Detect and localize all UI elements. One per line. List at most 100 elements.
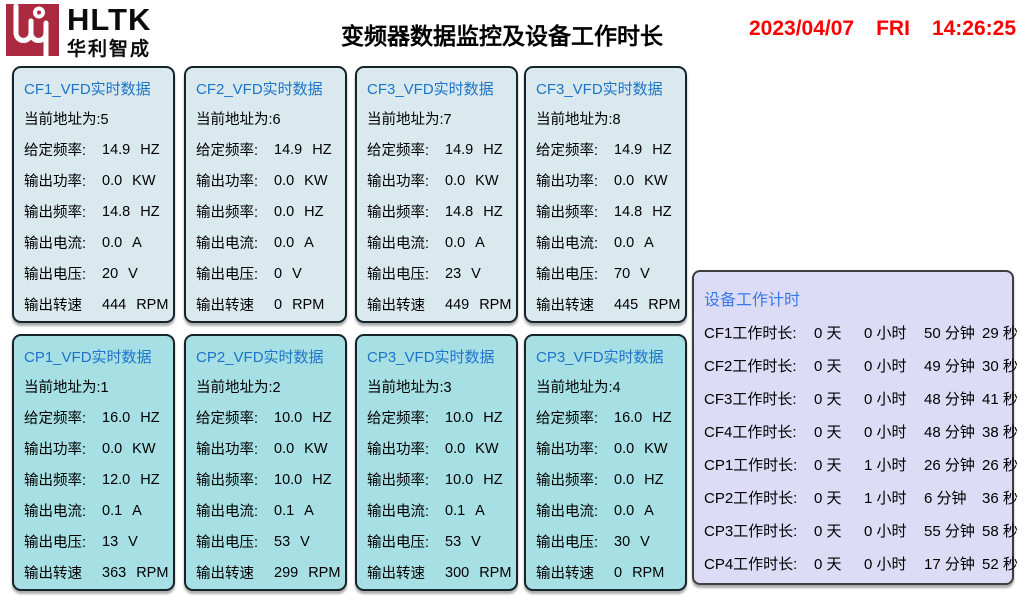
timer-seconds: 38 秒 — [982, 421, 1018, 442]
timer-minutes: 50 分钟 — [924, 322, 982, 343]
row-label: 输出功率: — [24, 170, 102, 191]
row-value: 0.0 — [102, 441, 122, 457]
row-unit: RPM — [648, 297, 680, 313]
row-unit: V — [128, 266, 138, 282]
row-label: 给定频率: — [367, 407, 445, 428]
panel-row: 输出频率:0.0HZ — [536, 464, 681, 495]
row-value: 70 — [614, 266, 630, 282]
row-unit: V — [292, 266, 302, 282]
row-unit: RPM — [479, 297, 511, 313]
row-unit: A — [475, 235, 485, 251]
row-unit: A — [644, 235, 654, 251]
vfd-panel-cf4: CF3_VFD实时数据 当前地址为:8 给定频率:14.9HZ 输出功率:0.0… — [524, 66, 687, 323]
timer-days: 0 天 — [814, 388, 864, 409]
timer-label: CP1工作时长: — [704, 454, 814, 475]
row-value: 0 — [274, 266, 282, 282]
row-value: 0.0 — [445, 441, 465, 457]
row-unit: HZ — [312, 410, 331, 426]
panel-address: 当前地址为:6 — [196, 103, 341, 134]
vfd-panel-cp3: CP3_VFD实时数据 当前地址为:3 给定频率:10.0HZ 输出功率:0.0… — [355, 334, 518, 591]
vfd-panel-cp2: CP2_VFD实时数据 当前地址为:2 给定频率:10.0HZ 输出功率:0.0… — [184, 334, 347, 591]
panel-row: 输出功率:0.0KW — [367, 433, 512, 464]
row-value: 299 — [274, 565, 298, 581]
panel-title: CF3_VFD实时数据 — [536, 73, 681, 103]
panel-title: CF3_VFD实时数据 — [367, 73, 512, 103]
vfd-panel-cp4: CP3_VFD实时数据 当前地址为:4 给定频率:16.0HZ 输出功率:0.0… — [524, 334, 687, 591]
panel-row: 输出电压:53V — [367, 526, 512, 557]
row-label: 输出频率: — [367, 201, 445, 222]
row-unit: A — [304, 503, 314, 519]
row-value: 0.0 — [614, 472, 634, 488]
row-unit: KW — [644, 173, 667, 189]
row-value: 14.8 — [614, 204, 642, 220]
panel-title: CF2_VFD实时数据 — [196, 73, 341, 103]
row-label: 输出转速 — [196, 294, 274, 315]
timer-hours: 0 小时 — [864, 553, 924, 574]
row-label: 输出电压: — [367, 263, 445, 284]
work-timer-panel: 设备工作计时 CF1工作时长:0 天0 小时50 分钟29 秒 CF2工作时长:… — [692, 270, 1014, 585]
row-label: 输出电流: — [24, 232, 102, 253]
panel-row: 输出转速444RPM — [24, 289, 169, 320]
panel-row: 给定频率:10.0HZ — [367, 402, 512, 433]
timer-label: CF4工作时长: — [704, 421, 814, 442]
panel-row: 输出功率:0.0 KW — [536, 433, 681, 464]
timer-row: CF1工作时长:0 天0 小时50 分钟29 秒 — [704, 316, 1012, 349]
panel-row: 输出电压:23V — [367, 258, 512, 289]
row-label: 输出转速 — [24, 294, 102, 315]
row-unit: V — [640, 534, 650, 550]
timer-label: CP4工作时长: — [704, 553, 814, 574]
row-value: 444 — [102, 297, 126, 313]
row-label: 输出频率: — [196, 469, 274, 490]
timer-seconds: 36 秒 — [982, 487, 1018, 508]
row-value: 363 — [102, 565, 126, 581]
row-value: 0.0 — [614, 441, 634, 457]
panel-row: 输出功率:0.0KW — [196, 433, 341, 464]
panel-row: 输出电压:13V — [24, 526, 169, 557]
row-value: 449 — [445, 297, 469, 313]
panel-row: 输出频率:10.0HZ — [196, 464, 341, 495]
panel-row: 输出电压:53V — [196, 526, 341, 557]
company-logo — [6, 4, 59, 56]
row-value: 14.9 — [614, 142, 642, 158]
row-label: 给定频率: — [24, 139, 102, 160]
panel-row: 输出频率:14.8HZ — [536, 196, 681, 227]
row-unit: HZ — [483, 204, 502, 220]
timer-days: 0 天 — [814, 421, 864, 442]
row-unit: A — [132, 235, 142, 251]
row-value: 16.0 — [102, 410, 130, 426]
row-label: 输出功率: — [536, 170, 614, 191]
panel-row: 输出功率:0.0 KW — [536, 165, 681, 196]
panel-row: 输出功率:0.0KW — [24, 433, 169, 464]
row-value: 0.0 — [614, 173, 634, 189]
timer-row: CP1工作时长:0 天1 小时26 分钟26 秒 — [704, 448, 1012, 481]
row-unit: V — [128, 534, 138, 550]
row-unit: KW — [644, 441, 667, 457]
panel-row: 输出转速445RPM — [536, 289, 681, 320]
brand-name-chinese: 华利智成 — [67, 34, 151, 61]
row-unit: KW — [475, 441, 498, 457]
timer-row: CP3工作时长:0 天0 小时55 分钟58 秒 — [704, 514, 1012, 547]
row-label: 输出功率: — [536, 438, 614, 459]
panel-row: 输出功率:0.0KW — [196, 165, 341, 196]
panel-row: 给定频率:14.9HZ — [196, 134, 341, 165]
timer-seconds: 58 秒 — [982, 520, 1018, 541]
row-value: 53 — [445, 534, 461, 550]
row-label: 给定频率: — [196, 139, 274, 160]
panel-row: 给定频率:14.9HZ — [536, 134, 681, 165]
panel-row: 输出电流:0.0A — [24, 227, 169, 258]
row-unit: HZ — [483, 410, 502, 426]
row-unit: KW — [304, 173, 327, 189]
row-value: 14.9 — [102, 142, 130, 158]
timer-minutes: 55 分钟 — [924, 520, 982, 541]
panel-row: 给定频率:14.9HZ — [367, 134, 512, 165]
row-label: 输出转速 — [536, 562, 614, 583]
row-label: 输出电流: — [536, 500, 614, 521]
timer-hours: 0 小时 — [864, 355, 924, 376]
row-label: 输出频率: — [536, 201, 614, 222]
panel-address: 当前地址为:2 — [196, 371, 341, 402]
timer-days: 0 天 — [814, 487, 864, 508]
row-value: 20 — [102, 266, 118, 282]
timer-row: CF2工作时长:0 天0 小时49 分钟30 秒 — [704, 349, 1012, 382]
row-value: 10.0 — [274, 472, 302, 488]
panel-address: 当前地址为:8 — [536, 103, 681, 134]
